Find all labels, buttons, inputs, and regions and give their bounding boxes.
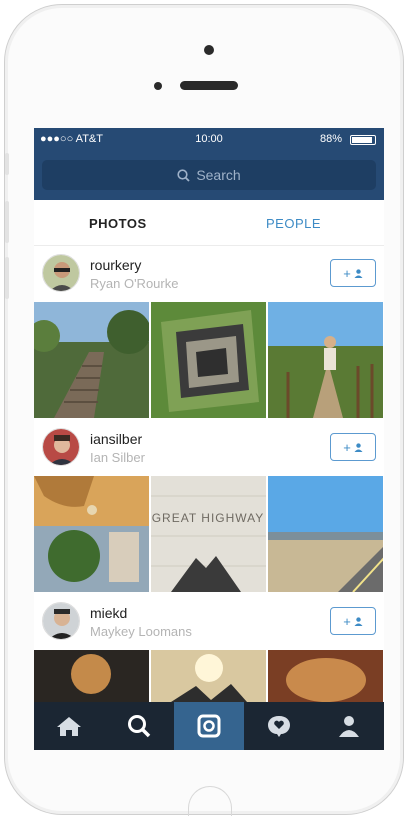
search-placeholder: Search	[196, 167, 241, 183]
tab-profile[interactable]	[314, 702, 384, 750]
front-camera	[204, 45, 214, 55]
person-icon	[354, 616, 363, 626]
search-input[interactable]: Search	[42, 160, 376, 190]
follow-button[interactable]: +	[330, 433, 376, 461]
home-button[interactable]	[188, 786, 232, 816]
tab-explore[interactable]	[104, 702, 174, 750]
plus-icon: +	[343, 439, 351, 455]
photo-thumbnail[interactable]	[34, 650, 149, 702]
tab-people[interactable]: PEOPLE	[266, 216, 321, 231]
photo-row	[34, 302, 384, 418]
battery-icon	[350, 135, 376, 145]
search-icon	[177, 168, 190, 182]
avatar[interactable]	[42, 428, 80, 466]
results-tabs: PHOTOS PEOPLE	[34, 200, 384, 246]
photo-thumbnail[interactable]	[151, 650, 266, 702]
photo-row: GREAT HIGHWAY	[34, 476, 384, 592]
follow-button[interactable]: +	[330, 259, 376, 287]
list-item[interactable]: rourkery Ryan O'Rourke +	[34, 246, 384, 302]
photo-thumbnail[interactable]	[151, 302, 266, 418]
follow-button[interactable]: +	[330, 607, 376, 635]
photo-thumbnail[interactable]	[34, 302, 149, 418]
home-icon	[57, 717, 81, 736]
photo-row	[34, 650, 384, 702]
full-name: Ian Silber	[90, 450, 145, 465]
username[interactable]: rourkery	[90, 257, 141, 273]
activity-heart-icon	[268, 716, 290, 737]
search-header: Search	[34, 152, 384, 200]
user-results-list: rourkery Ryan O'Rourke + iansilber Ian S…	[34, 246, 384, 702]
full-name: Maykey Loomans	[90, 624, 192, 639]
explore-search-icon	[128, 715, 151, 738]
photo-thumbnail[interactable]	[34, 476, 149, 592]
volume-down-button	[5, 257, 9, 299]
photo-thumbnail[interactable]	[268, 476, 383, 592]
photo-thumbnail[interactable]	[268, 302, 383, 418]
volume-up-button	[5, 201, 9, 243]
battery-percent: 88%	[319, 133, 342, 145]
avatar[interactable]	[42, 254, 80, 292]
status-bar: ●●●○○ AT&T 10:00 88%	[34, 128, 384, 152]
person-icon	[354, 442, 363, 452]
avatar[interactable]	[42, 602, 80, 640]
plus-icon: +	[343, 265, 351, 281]
tab-home[interactable]	[34, 702, 104, 750]
full-name: Ryan O'Rourke	[90, 276, 179, 291]
sign-text: GREAT HIGHWAY	[152, 511, 265, 525]
profile-icon	[339, 716, 359, 737]
camera-icon	[197, 714, 221, 738]
photo-thumbnail[interactable]: GREAT HIGHWAY	[151, 476, 266, 592]
plus-icon: +	[343, 613, 351, 629]
earpiece-speaker	[180, 81, 238, 90]
tab-activity[interactable]	[244, 702, 314, 750]
person-icon	[354, 268, 363, 278]
proximity-sensor	[154, 82, 162, 90]
photo-thumbnail[interactable]	[268, 650, 383, 702]
mute-switch	[5, 153, 9, 175]
bottom-tab-bar	[34, 702, 384, 750]
username[interactable]: iansilber	[90, 431, 142, 447]
list-item[interactable]: miekd Maykey Loomans +	[34, 594, 384, 650]
tab-camera[interactable]	[174, 702, 244, 750]
app-screen: ●●●○○ AT&T 10:00 88% Search PHOTOS PEOPL…	[34, 128, 384, 750]
username[interactable]: miekd	[90, 605, 127, 621]
list-item[interactable]: iansilber Ian Silber +	[34, 420, 384, 476]
